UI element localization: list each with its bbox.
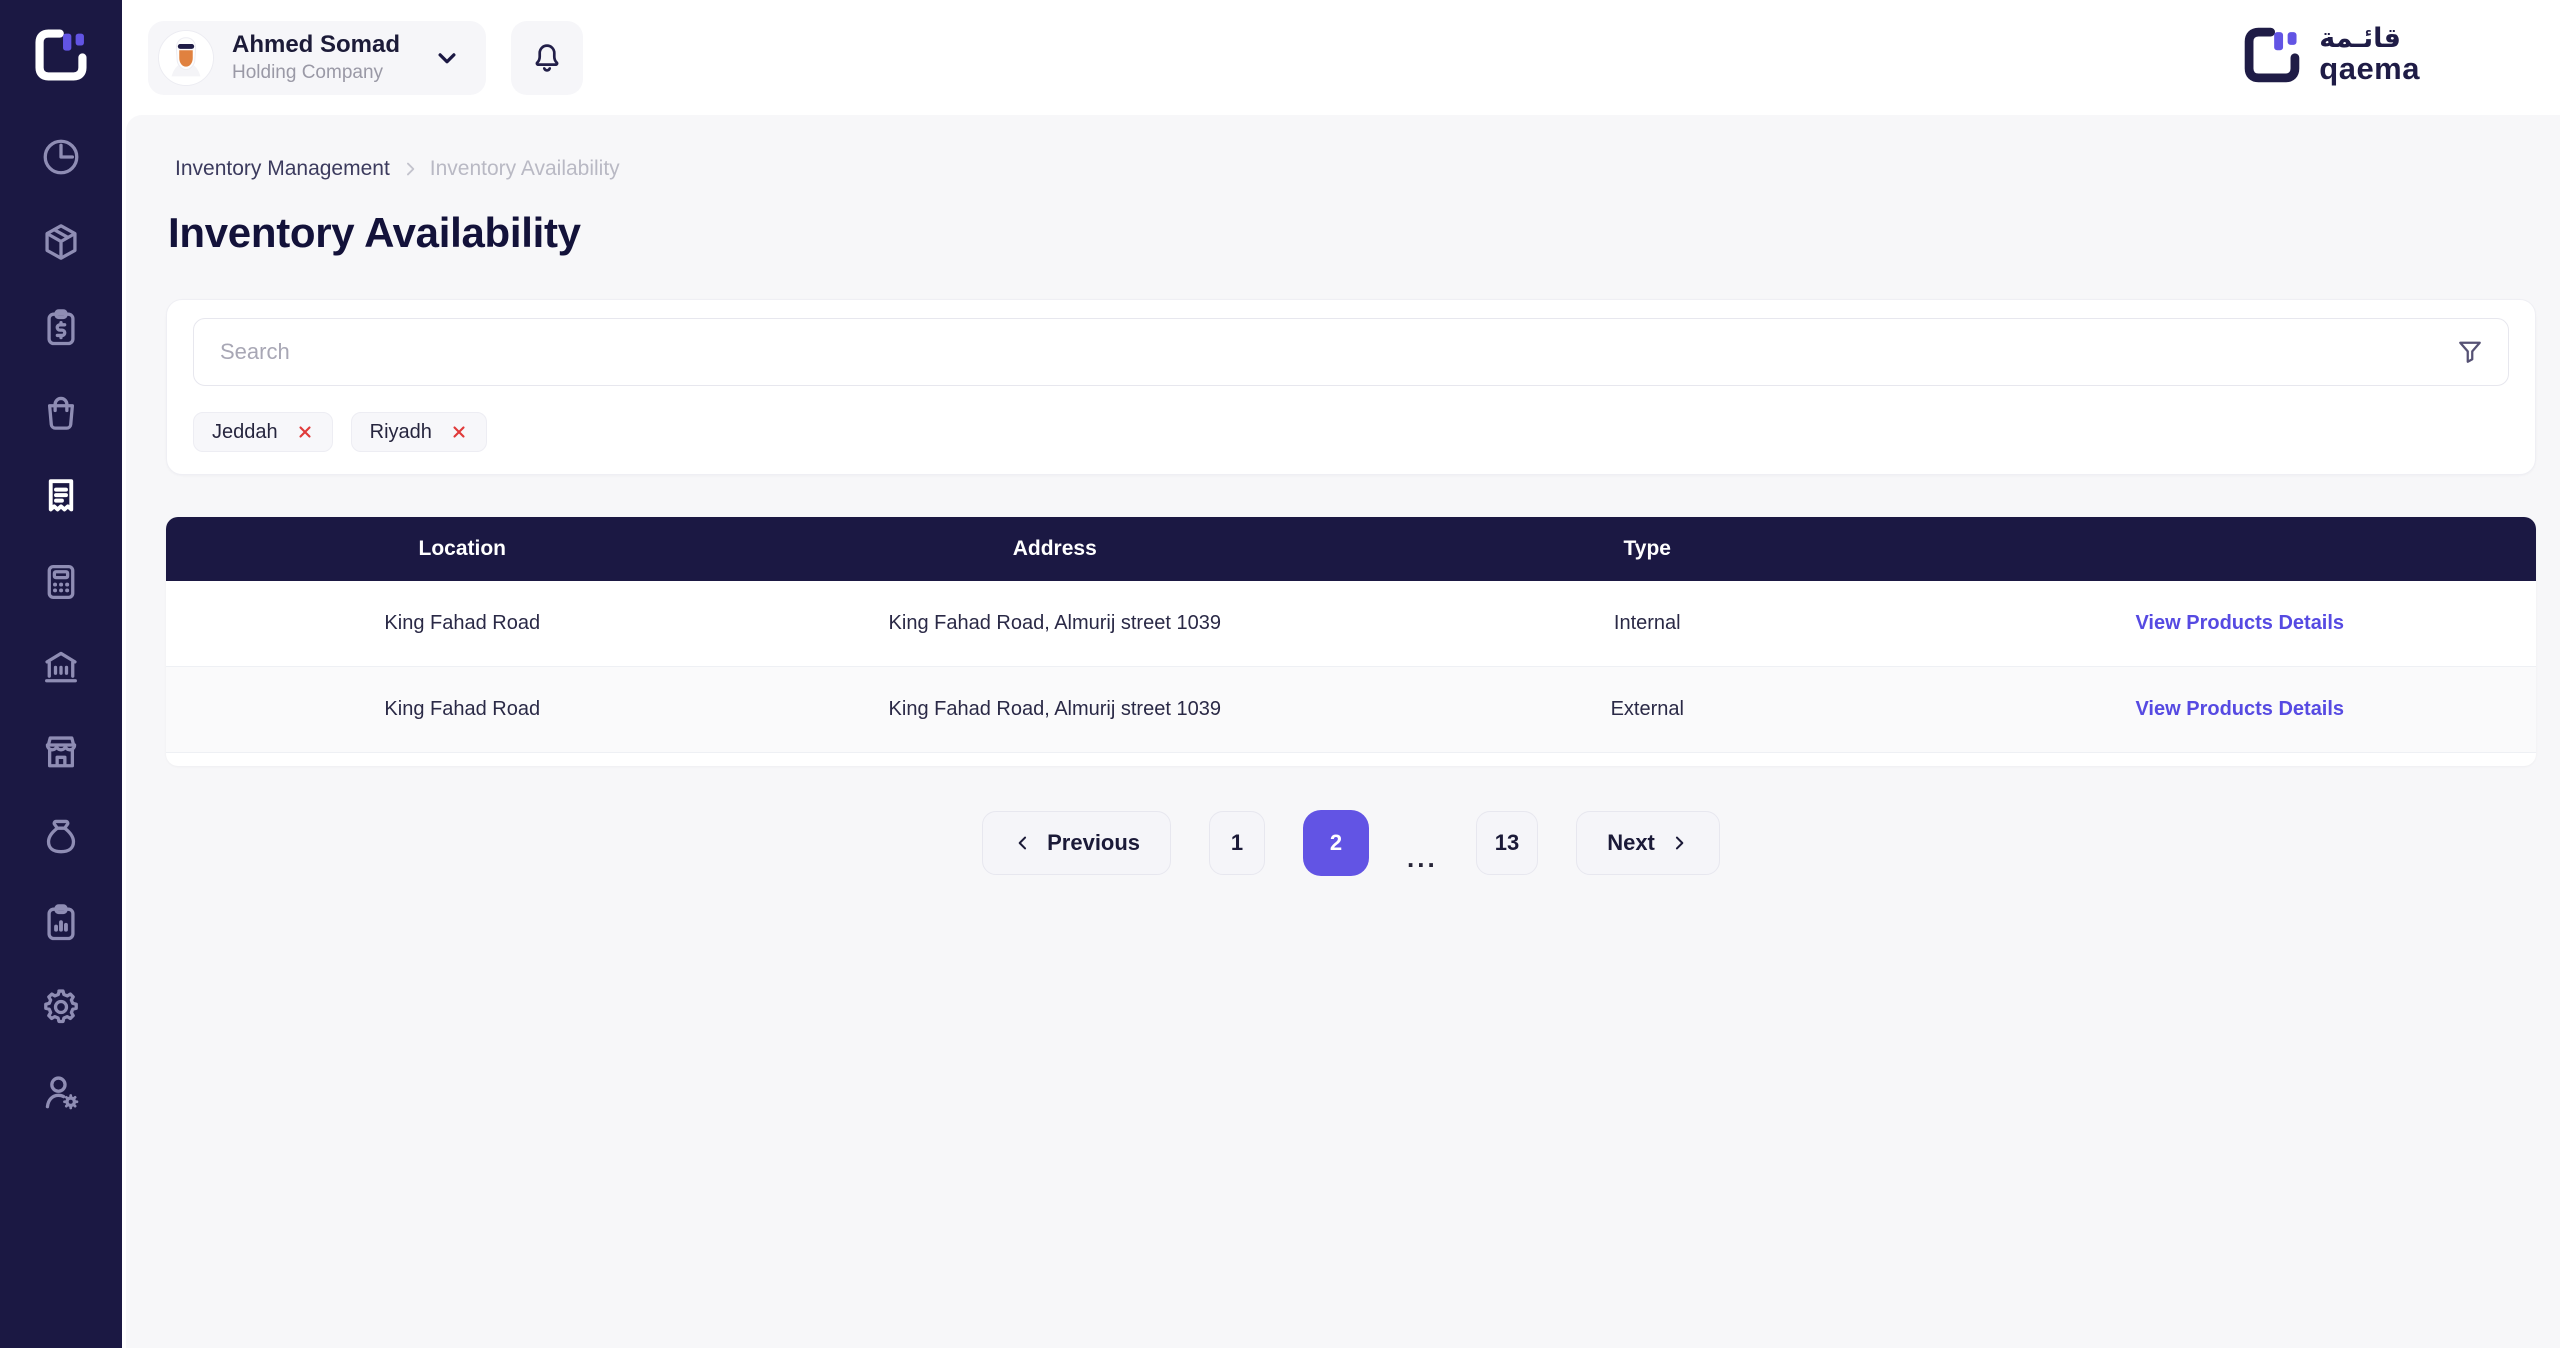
search-filter-card: Jeddah Riyadh — [166, 299, 2536, 475]
package-icon — [45, 224, 77, 260]
column-header-location: Location — [418, 537, 507, 560]
app-logo[interactable] — [32, 26, 90, 84]
chevron-right-icon — [1675, 836, 1684, 850]
page-button-1[interactable]: 1 — [1209, 811, 1266, 875]
notifications-button[interactable] — [511, 20, 584, 95]
clipboard-chart-icon — [47, 904, 75, 941]
user-name: Ahmed Somad — [232, 31, 401, 59]
sidebar-nav — [38, 134, 84, 1115]
cell-type: Internal — [1613, 612, 1681, 634]
sidebar — [0, 0, 122, 1348]
calculator-icon — [47, 564, 75, 600]
gear-icon — [44, 989, 78, 1024]
page-title: Inventory Availability — [168, 209, 581, 256]
breadcrumb-inventory-availability: Inventory Availability — [429, 157, 620, 180]
avatar — [158, 29, 214, 86]
content-area: Inventory Management Inventory Availabil… — [126, 115, 2560, 1348]
close-x-icon[interactable] — [450, 423, 468, 441]
filter-chips: Jeddah Riyadh — [193, 412, 2509, 452]
close-x-icon[interactable] — [296, 423, 314, 441]
shopping-bag-icon — [47, 396, 75, 430]
sidebar-item-user-management[interactable] — [38, 1069, 84, 1115]
company-switcher[interactable]: Ahmed Somad Holding Company — [148, 20, 487, 95]
table-row: King Fahad Road King Fahad Road, Almurij… — [166, 667, 2536, 753]
filter-chip-riyadh: Riyadh — [350, 412, 487, 452]
cell-address: King Fahad Road, Almurij street 1039 — [888, 698, 1221, 720]
pagination-ellipsis: ... — [1407, 843, 1438, 873]
sidebar-item-expenses[interactable] — [38, 814, 84, 860]
topbar: Ahmed Somad Holding Company قائـمة qaema — [122, 0, 2560, 115]
sidebar-item-accounting[interactable] — [38, 559, 84, 605]
sidebar-item-reports[interactable] — [38, 899, 84, 945]
sidebar-item-store[interactable] — [38, 729, 84, 775]
table-header-row: Location Address Type — [166, 517, 2536, 581]
bell-icon — [535, 43, 559, 72]
chevron-right-icon — [406, 162, 415, 176]
qaema-logo-icon — [2244, 27, 2300, 83]
previous-page-button[interactable]: Previous — [982, 811, 1172, 875]
sidebar-item-inventory[interactable] — [38, 474, 84, 520]
qaema-logo-icon — [35, 29, 87, 81]
next-page-button[interactable]: Next — [1576, 811, 1720, 875]
brand-wordmark: قائـمة qaema — [2319, 25, 2420, 84]
locations-table: Location Address Type King Fahad Road Ki… — [166, 517, 2536, 766]
sidebar-item-bank[interactable] — [38, 644, 84, 690]
cell-type: External — [1610, 698, 1684, 720]
app-root: Ahmed Somad Holding Company قائـمة qaema… — [0, 0, 2560, 1348]
search-input[interactable] — [193, 318, 2509, 386]
sidebar-item-settings[interactable] — [38, 984, 84, 1030]
table-row: King Fahad Road King Fahad Road, Almurij… — [166, 581, 2536, 667]
chevron-down-icon — [438, 52, 456, 63]
clock-icon — [43, 139, 79, 175]
next-label: Next — [1607, 830, 1655, 855]
page-button-13[interactable]: 13 — [1475, 811, 1539, 875]
sidebar-item-products[interactable] — [38, 219, 84, 265]
view-products-details-link[interactable]: View Products Details — [1944, 612, 2537, 635]
brand-arabic: قائـمة — [2319, 23, 2401, 54]
chevron-left-icon — [1018, 836, 1027, 850]
user-role: Holding Company — [232, 61, 384, 83]
store-icon — [45, 736, 77, 768]
page-button-2-active[interactable]: 2 — [1303, 810, 1370, 876]
user-gear-icon — [45, 1076, 79, 1110]
chip-label: Jeddah — [212, 420, 278, 443]
chip-label: Riyadh — [369, 420, 432, 443]
column-header-address: Address — [1012, 537, 1097, 560]
search-box — [193, 318, 2509, 386]
filter-chip-jeddah: Jeddah — [193, 412, 333, 452]
sidebar-item-dashboard[interactable] — [38, 134, 84, 180]
funnel-icon[interactable] — [2455, 337, 2485, 367]
user-info: Ahmed Somad Holding Company — [232, 31, 400, 84]
money-bag-icon — [46, 819, 76, 854]
bank-icon — [45, 651, 77, 683]
view-products-details-link[interactable]: View Products Details — [1944, 698, 2537, 721]
breadcrumb: Inventory Management Inventory Availabil… — [175, 157, 2536, 181]
sidebar-item-purchases[interactable] — [38, 389, 84, 435]
breadcrumb-inventory-management[interactable]: Inventory Management — [175, 157, 390, 181]
cell-location: King Fahad Road — [384, 698, 541, 720]
main-area: Ahmed Somad Holding Company قائـمة qaema… — [122, 0, 2560, 1348]
cell-address: King Fahad Road, Almurij street 1039 — [888, 612, 1221, 634]
previous-label: Previous — [1047, 830, 1141, 855]
receipt-icon — [48, 479, 74, 512]
brand-logo: قائـمة qaema — [2241, 24, 2420, 86]
sidebar-item-invoices[interactable] — [38, 304, 84, 350]
pagination: Previous 1 2 ... 13 Next — [166, 810, 2536, 876]
cell-location: King Fahad Road — [384, 612, 541, 634]
clipboard-dollar-icon — [47, 309, 75, 346]
brand-latin: qaema — [2319, 50, 2420, 86]
column-header-type: Type — [1623, 537, 1671, 560]
